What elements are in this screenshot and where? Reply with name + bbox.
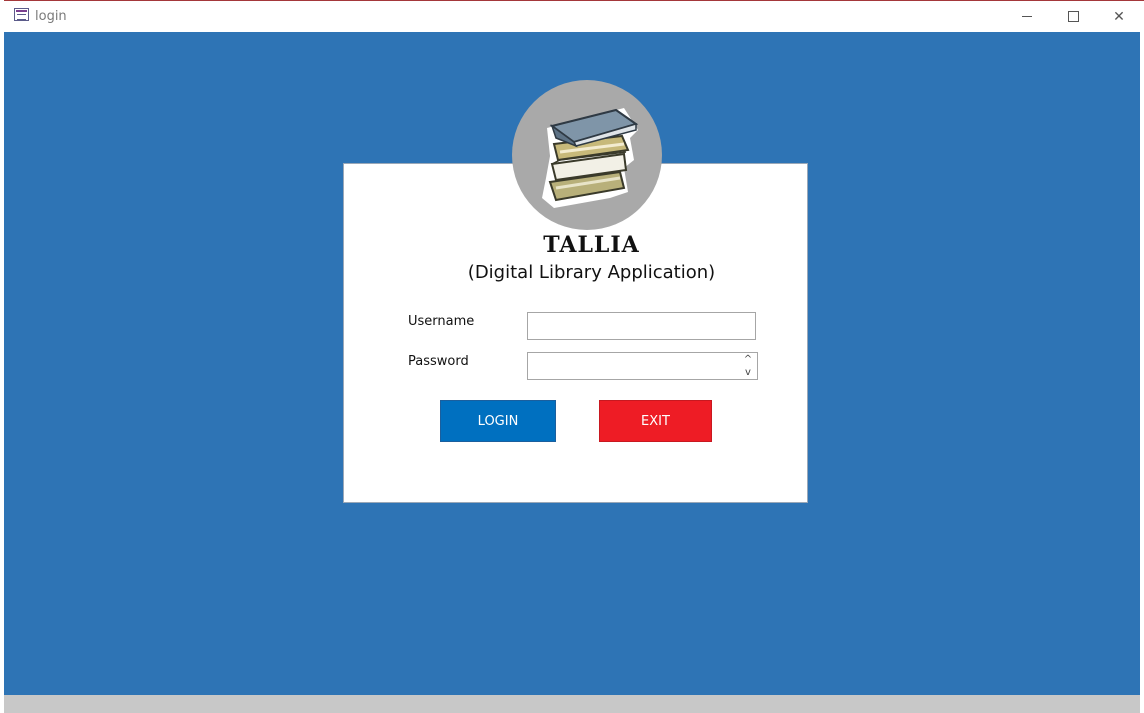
- app-subtitle: (Digital Library Application): [467, 262, 716, 283]
- login-window: login ✕ TALLIA (Digital Library Applicat…: [0, 0, 1144, 713]
- spinner-down-icon[interactable]: v: [745, 367, 751, 378]
- exit-button[interactable]: EXIT: [599, 400, 712, 442]
- maximize-icon: [1067, 11, 1079, 22]
- username-input[interactable]: [527, 312, 756, 340]
- username-label: Username: [408, 314, 475, 329]
- close-button[interactable]: ✕: [1096, 1, 1142, 32]
- minimize-icon: [1022, 16, 1032, 17]
- app-title: TALLIA: [543, 232, 640, 258]
- books-stack-icon: [512, 80, 662, 230]
- password-label: Password: [408, 354, 469, 369]
- spinner-up-icon[interactable]: ^: [744, 354, 752, 365]
- title-bar[interactable]: login ✕: [4, 1, 1140, 32]
- window-title: login: [35, 9, 67, 24]
- password-input[interactable]: [527, 352, 758, 380]
- login-button[interactable]: LOGIN: [440, 400, 556, 442]
- window-right-edge: [1140, 32, 1144, 713]
- maximize-button[interactable]: [1050, 1, 1096, 32]
- form-icon: [14, 8, 29, 21]
- status-bar: [4, 695, 1140, 713]
- password-spinner[interactable]: ^ v: [741, 354, 755, 378]
- minimize-button[interactable]: [1004, 1, 1050, 32]
- close-icon: ✕: [1113, 8, 1125, 24]
